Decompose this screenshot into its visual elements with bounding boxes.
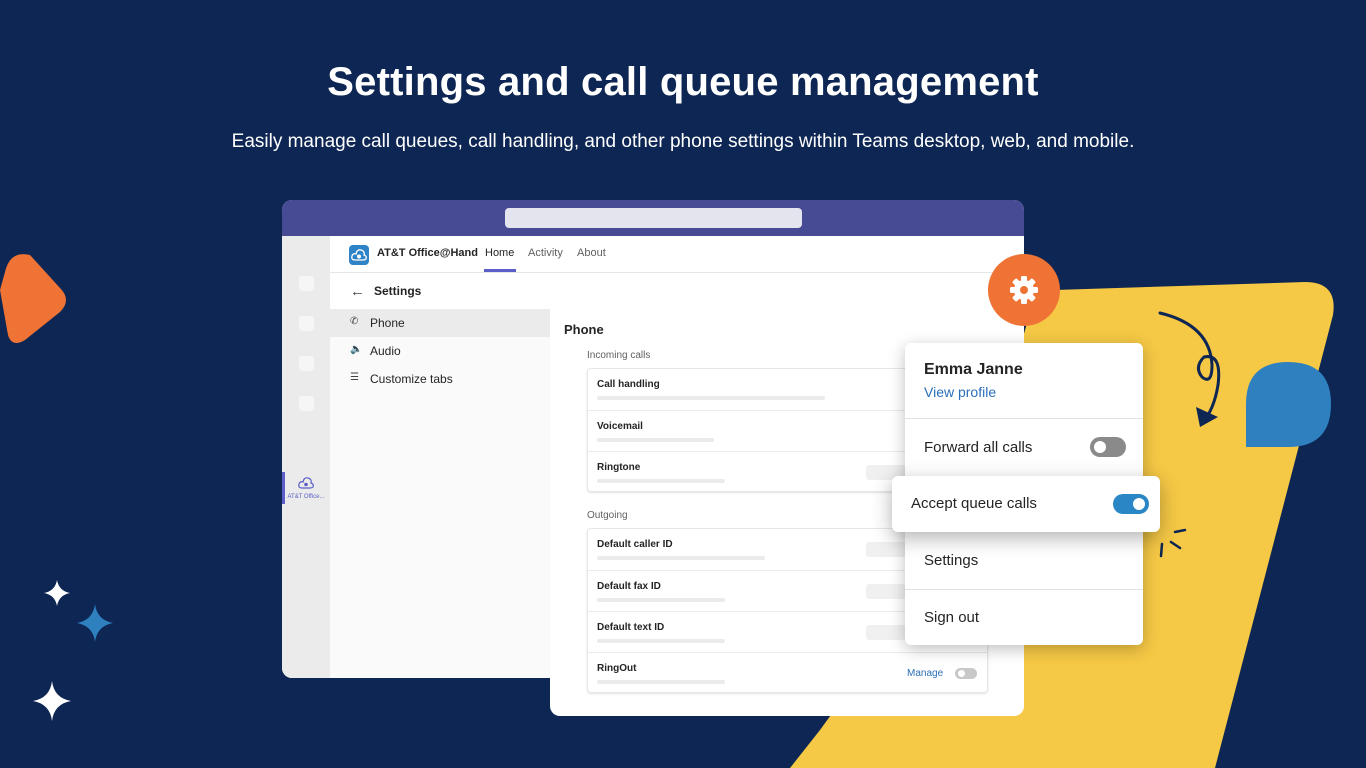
search-bar[interactable] — [505, 208, 802, 228]
app-name: AT&T Office@Hand — [377, 247, 478, 259]
accept-queue-calls-toggle[interactable] — [1113, 494, 1149, 514]
menu-lines-icon: ☰ — [350, 372, 359, 383]
blue-speech-shape — [1246, 362, 1331, 447]
white-sparkle-small-icon — [44, 580, 70, 606]
row-label: RingOut — [597, 663, 637, 674]
placeholder-bar — [597, 556, 765, 560]
menu-divider — [905, 589, 1143, 590]
speaker-icon: 🔈 — [350, 344, 363, 355]
nav-item-customize-tabs[interactable]: ☰ Customize tabs — [330, 365, 550, 393]
rail-item[interactable] — [299, 316, 314, 331]
toggle-knob — [1094, 441, 1106, 453]
orange-diamond-shape — [0, 254, 66, 344]
profile-name: Emma Janne — [924, 361, 1023, 378]
app-rail: AT&T Office... — [282, 236, 330, 678]
forward-all-calls-toggle[interactable] — [1090, 437, 1126, 457]
gear-badge — [988, 254, 1060, 326]
phone-title: Phone — [564, 322, 604, 337]
gear-icon — [1010, 276, 1038, 304]
row-label: Voicemail — [597, 421, 643, 432]
back-arrow-icon[interactable]: ← — [350, 283, 365, 300]
settings-menu-item[interactable]: Settings — [924, 552, 978, 569]
tab-activity[interactable]: Activity — [528, 247, 563, 259]
nav-item-phone[interactable]: ✆ Phone — [330, 309, 550, 337]
row-label: Default fax ID — [597, 581, 661, 592]
app-logo — [349, 245, 369, 265]
placeholder-pill — [866, 625, 906, 640]
app-header: AT&T Office@Hand Home Activity About — [330, 236, 1024, 273]
view-profile-link[interactable]: View profile — [924, 384, 996, 400]
outgoing-label: Outgoing — [587, 510, 628, 521]
row-label: Ringtone — [597, 462, 641, 473]
rail-item[interactable] — [299, 396, 314, 411]
curly-arrow-icon — [1158, 311, 1221, 427]
settings-header: ← Settings — [330, 273, 1024, 310]
placeholder-bar — [597, 438, 714, 442]
rail-app-label: AT&T Office... — [287, 494, 325, 500]
hero-title: Settings and call queue management — [327, 60, 1039, 104]
accept-queue-calls-label: Accept queue calls — [911, 495, 1037, 512]
nav-item-label: Customize tabs — [370, 372, 453, 386]
placeholder-pill — [866, 584, 906, 599]
menu-divider — [905, 418, 1143, 419]
placeholder-bar — [597, 396, 825, 400]
settings-nav: ✆ Phone 🔈 Audio ☰ Customize tabs — [330, 309, 550, 678]
rail-item[interactable] — [299, 276, 314, 291]
title-bar — [282, 200, 1024, 236]
placeholder-bar — [597, 639, 725, 643]
toggle-knob — [1133, 498, 1145, 510]
settings-title: Settings — [374, 284, 422, 298]
blue-sparkle-icon — [77, 604, 113, 642]
row-label: Default text ID — [597, 622, 665, 633]
phone-icon: ✆ — [350, 316, 359, 327]
cloud-phone-icon — [351, 249, 367, 261]
placeholder-bar — [597, 598, 725, 602]
row-label: Default caller ID — [597, 539, 673, 550]
rail-item[interactable] — [299, 356, 314, 371]
placeholder-pill — [866, 542, 906, 557]
ringout-toggle[interactable] — [955, 668, 977, 679]
nav-item-audio[interactable]: 🔈 Audio — [330, 337, 550, 365]
nav-item-label: Phone — [370, 316, 405, 330]
white-sparkle-large-icon — [33, 681, 71, 721]
placeholder-bar — [597, 479, 725, 483]
cloud-phone-icon — [298, 477, 314, 489]
rail-app-officeathand[interactable]: AT&T Office... — [282, 472, 330, 504]
forward-all-calls-label: Forward all calls — [924, 439, 1033, 456]
tab-home[interactable]: Home — [485, 247, 514, 259]
hero-subtitle: Easily manage call queues, call handling… — [231, 131, 1135, 152]
manage-link[interactable]: Manage — [907, 668, 943, 679]
sparkle-lines-icon — [1159, 528, 1187, 558]
ringout-row: RingOut Manage — [588, 652, 987, 694]
row-label: Call handling — [597, 379, 660, 390]
sign-out-menu-item[interactable]: Sign out — [924, 609, 979, 626]
nav-item-label: Audio — [370, 344, 401, 358]
tab-about[interactable]: About — [577, 247, 606, 259]
accept-queue-calls-card: Accept queue calls — [892, 476, 1160, 532]
incoming-calls-label: Incoming calls — [587, 350, 651, 361]
placeholder-bar — [597, 680, 725, 684]
toggle-knob — [958, 670, 965, 677]
active-tab-indicator — [484, 269, 516, 272]
